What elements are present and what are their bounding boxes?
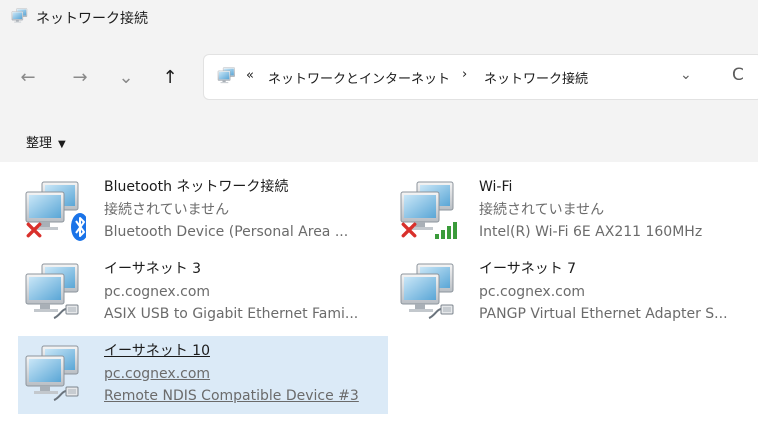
connection-status: 接続されていません — [104, 201, 230, 218]
signal-bars-icon — [435, 222, 457, 239]
navigation-bar: ← → ⌄ ↑ « ネットワークとインターネット › ネットワーク接続 ⌄ C — [0, 36, 758, 120]
connection-status: pc.cognex.com — [479, 283, 586, 300]
connection-name: Bluetooth ネットワーク接続 — [104, 179, 289, 195]
ethernet-adapter-icon — [397, 262, 454, 319]
connection-name: Wi-Fi — [479, 179, 513, 195]
back-button[interactable]: ← — [14, 64, 42, 92]
chevron-right-icon[interactable]: › — [462, 67, 467, 82]
network-connections-icon — [10, 8, 30, 26]
address-bar[interactable]: « ネットワークとインターネット › ネットワーク接続 ⌄ C — [203, 54, 758, 100]
bluetooth-adapter-icon — [22, 180, 86, 241]
forward-button[interactable]: → — [66, 64, 94, 92]
connection-name: イーサネット 3 — [104, 261, 202, 277]
connection-device: Remote NDIS Compatible Device #3 — [104, 388, 359, 404]
connection-device: PANGP Virtual Ethernet Adapter S... — [479, 306, 728, 322]
window-title: ネットワーク接続 — [36, 11, 148, 27]
command-bar: 整理 ▼ — [0, 120, 758, 162]
connections-list: Bluetooth ネットワーク接続 接続されていません Bluetooth D… — [0, 162, 758, 421]
bluetooth-icon — [71, 213, 86, 241]
connection-item-ethernet-7[interactable]: イーサネット 7 pc.cognex.com PANGP Virtual Eth… — [393, 254, 758, 332]
network-connections-icon — [216, 67, 238, 87]
breadcrumb-overflow-button[interactable]: « — [246, 68, 254, 83]
title-bar: ネットワーク接続 — [0, 0, 758, 36]
ethernet-adapter-icon — [22, 344, 79, 401]
connection-item-ethernet-10[interactable]: イーサネット 10 pc.cognex.com Remote NDIS Comp… — [18, 336, 388, 414]
connection-item-wifi[interactable]: Wi-Fi 接続されていません Intel(R) Wi-Fi 6E AX211 … — [393, 172, 758, 250]
connection-device: ASIX USB to Gigabit Ethernet Fami... — [104, 306, 359, 322]
chevron-down-icon[interactable]: ⌄ — [680, 67, 692, 83]
connection-name: イーサネット 10 — [104, 343, 210, 359]
connection-name: イーサネット 7 — [479, 261, 577, 277]
organize-button[interactable]: 整理 ▼ — [26, 132, 66, 151]
connection-status: 接続されていません — [479, 201, 605, 218]
organize-label: 整理 — [26, 136, 53, 151]
ethernet-adapter-icon — [22, 262, 79, 319]
connection-item-ethernet-3[interactable]: イーサネット 3 pc.cognex.com ASIX USB to Gigab… — [18, 254, 388, 332]
connection-device: Intel(R) Wi-Fi 6E AX211 160MHz — [479, 224, 703, 240]
connection-item-bluetooth[interactable]: Bluetooth ネットワーク接続 接続されていません Bluetooth D… — [18, 172, 388, 250]
caret-down-icon: ▼ — [58, 139, 66, 150]
up-button[interactable]: ↑ — [156, 64, 184, 92]
breadcrumb-network-connections[interactable]: ネットワーク接続 — [484, 68, 588, 87]
refresh-button[interactable]: C — [732, 65, 744, 85]
recent-locations-button[interactable]: ⌄ — [112, 64, 140, 92]
breadcrumb-network-internet[interactable]: ネットワークとインターネット — [268, 68, 450, 87]
connection-status: pc.cognex.com — [104, 365, 211, 382]
connection-status: pc.cognex.com — [104, 283, 211, 300]
connection-device: Bluetooth Device (Personal Area ... — [104, 224, 349, 240]
wifi-adapter-icon — [397, 180, 457, 239]
